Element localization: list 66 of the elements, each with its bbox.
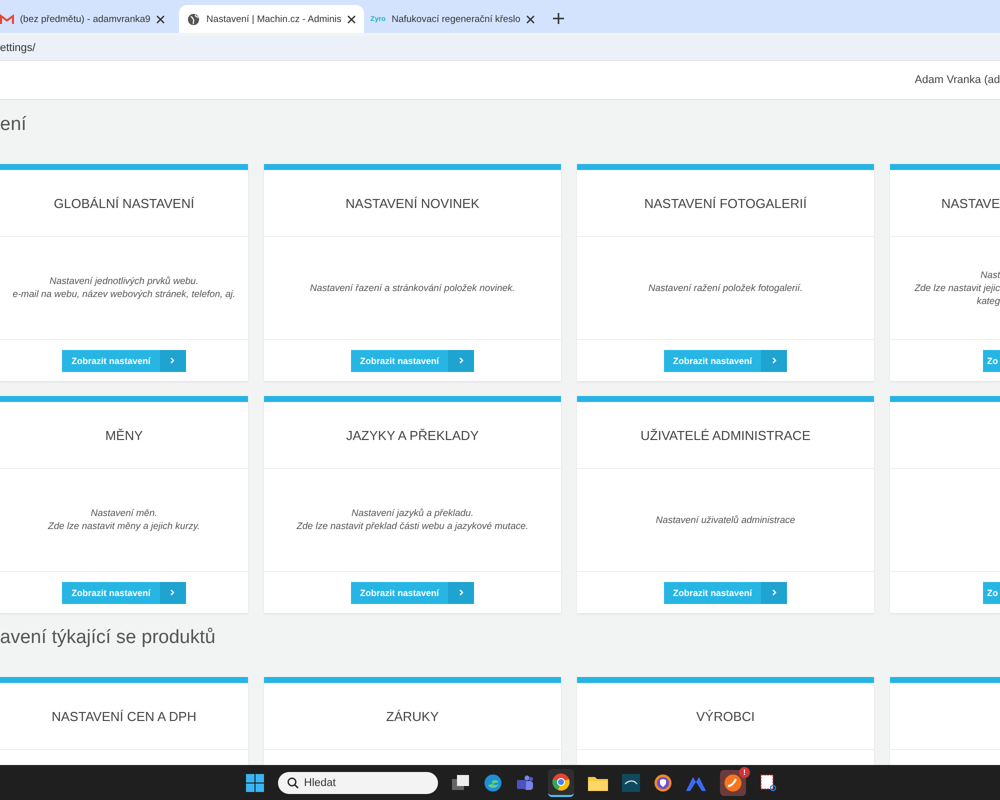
close-icon[interactable] bbox=[156, 14, 166, 24]
browser-tab[interactable]: Nastavení | Machin.cz - Adminis bbox=[179, 5, 364, 33]
streaming-app-icon[interactable] bbox=[622, 774, 640, 792]
show-settings-button[interactable]: Zobrazit nastavení bbox=[664, 582, 788, 604]
tab-title: (bez předmětu) - adamvranka9 bbox=[20, 14, 150, 24]
folder-icon[interactable] bbox=[588, 774, 608, 790]
card-title: UŽIVATELÉ ADMINISTRACE bbox=[640, 428, 810, 442]
card-description: Zde lze nastavit překlad části webu a jazykové mutace. bbox=[296, 520, 528, 533]
task-view-icon[interactable] bbox=[452, 774, 470, 790]
tab-title: Nastavení | Machin.cz - Adminis bbox=[206, 14, 342, 24]
user-name[interactable]: Adam Vranka (ad bbox=[914, 74, 1000, 86]
card-description: kateg bbox=[976, 294, 1000, 308]
card-title: VÝROBCI bbox=[696, 708, 755, 724]
tab-title: Nafukovací regenerační křeslo bbox=[392, 14, 520, 24]
browser-circle-icon bbox=[552, 772, 570, 790]
close-icon[interactable] bbox=[526, 14, 536, 24]
swoosh-app-icon bbox=[724, 774, 742, 792]
card-description: e-mail na webu, název webových stránek, telefon, aj. bbox=[12, 288, 236, 301]
show-settings-button[interactable]: Zo bbox=[983, 582, 1000, 604]
section-title: ení bbox=[0, 113, 28, 137]
search-icon bbox=[287, 776, 299, 788]
card-description: Nastavení ražení položek fotogalerií. bbox=[648, 282, 803, 294]
show-settings-button[interactable]: Zobrazit nastavení bbox=[62, 350, 186, 372]
close-icon[interactable] bbox=[347, 14, 356, 24]
section-title: avení týkající se produktů bbox=[0, 626, 216, 650]
chevron-icon bbox=[170, 589, 176, 596]
chevron-icon bbox=[458, 357, 464, 364]
browser-tab[interactable]: (bez předmětu) - adamvranka9 bbox=[0, 5, 174, 33]
chevron-icon bbox=[772, 589, 777, 596]
card-title: MĚNY bbox=[105, 428, 143, 442]
browser-swirl-icon[interactable] bbox=[484, 774, 502, 792]
card-description: Zde lze nastavit jejic bbox=[914, 282, 1000, 294]
card-description: Zde lze nastavit měny a jejich kurzy. bbox=[48, 520, 200, 533]
chevron-icon bbox=[458, 589, 464, 596]
card-title: NASTAVENÍ FOTOGALERIÍ bbox=[644, 196, 807, 210]
card-title: GLOBÁLNÍ NASTAVENÍ bbox=[54, 196, 194, 210]
chevron-icon bbox=[170, 357, 176, 364]
show-settings-button[interactable]: Zobrazit nastavení bbox=[350, 582, 474, 604]
card-description: Nastavení jazyků a překladu. bbox=[352, 507, 474, 520]
taskbar-app-button[interactable] bbox=[548, 768, 574, 796]
peak-logo-icon[interactable] bbox=[686, 774, 706, 790]
windows-logo-icon[interactable] bbox=[246, 774, 264, 792]
card-description: Nastavení uživatelů administrace bbox=[656, 514, 796, 526]
show-settings-button[interactable]: Zo bbox=[983, 350, 1000, 372]
notification-badge: ! bbox=[739, 766, 750, 778]
new-tab-icon[interactable] bbox=[553, 13, 564, 24]
show-settings-button[interactable]: Zobrazit nastavení bbox=[62, 582, 186, 604]
card-description: Nastavení měn. bbox=[90, 507, 158, 520]
card-title: ZÁRUKY bbox=[386, 708, 439, 724]
address-bar[interactable]: ettings/ bbox=[0, 36, 1000, 60]
show-settings-button[interactable]: Zobrazit nastavení bbox=[664, 350, 788, 372]
people-app-icon[interactable] bbox=[516, 774, 534, 792]
search-field[interactable]: Hledat bbox=[278, 772, 438, 794]
card-description: Nastavení jednotlivých prvků webu. bbox=[50, 275, 198, 288]
mail-icon bbox=[0, 14, 14, 24]
chevron-icon bbox=[772, 357, 777, 364]
globe-icon bbox=[187, 12, 200, 26]
shield-app-icon[interactable] bbox=[654, 774, 672, 792]
card-title: JAZYKY A PŘEKLADY bbox=[346, 428, 479, 442]
card-title: NASTAVENÍ NOVINEK bbox=[346, 196, 480, 210]
show-settings-button[interactable]: Zobrazit nastavení bbox=[350, 350, 474, 372]
card-title: NASTAVENÍ CEN A DPH bbox=[52, 708, 196, 724]
snipping-tool-icon[interactable] bbox=[760, 774, 778, 792]
card-description: Nastavení řazení a stránkování položek novinek. bbox=[310, 282, 515, 294]
card-description: Nast bbox=[980, 268, 1000, 282]
card-title: NASTAVE bbox=[941, 196, 1000, 210]
